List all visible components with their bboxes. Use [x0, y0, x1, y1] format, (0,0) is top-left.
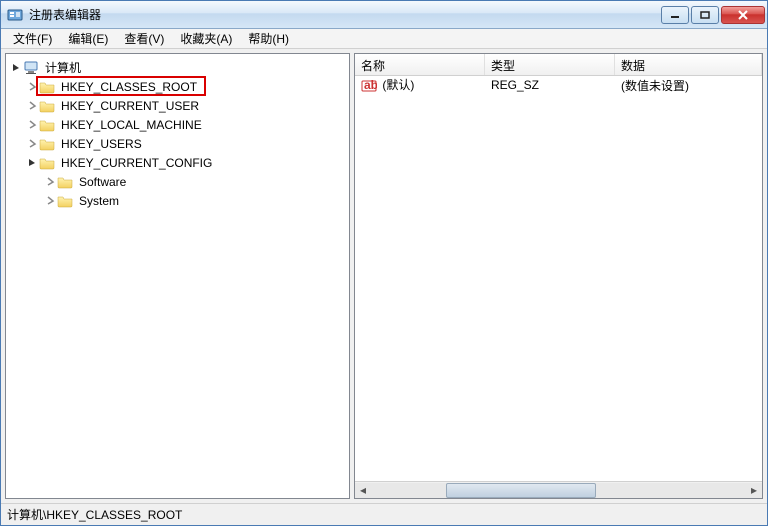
column-type[interactable]: 类型: [485, 54, 615, 75]
scroll-left-icon[interactable]: ◂: [355, 483, 371, 498]
titlebar[interactable]: 注册表编辑器: [1, 1, 767, 29]
collapse-icon[interactable]: [26, 157, 38, 169]
app-window: 注册表编辑器 文件(F) 编辑(E) 查看(V) 收藏夹(A) 帮助(H) 计算…: [0, 0, 768, 526]
menu-favorites[interactable]: 收藏夹(A): [172, 28, 240, 49]
menu-view[interactable]: 查看(V): [116, 28, 172, 49]
value-name: (默认): [382, 78, 414, 92]
close-button[interactable]: [721, 6, 765, 24]
list-body[interactable]: ab (默认) REG_SZ (数值未设置): [355, 76, 762, 481]
menu-edit[interactable]: 编辑(E): [60, 28, 116, 49]
statusbar: 计算机\HKEY_CLASSES_ROOT: [1, 503, 767, 525]
computer-icon: [23, 60, 39, 76]
status-text: 计算机\HKEY_CLASSES_ROOT: [7, 506, 182, 523]
tree-node-hklm[interactable]: HKEY_LOCAL_MACHINE: [8, 115, 347, 134]
tree-panel[interactable]: 计算机 HKEY_CLASSES_ROOT HKEY_CURRENT_USER …: [5, 53, 350, 499]
folder-icon: [57, 174, 73, 190]
expand-icon[interactable]: [26, 81, 38, 93]
expand-icon[interactable]: [44, 195, 56, 207]
menu-file[interactable]: 文件(F): [5, 28, 60, 49]
folder-icon: [39, 79, 55, 95]
regedit-icon: [7, 7, 23, 23]
folder-icon: [57, 193, 73, 209]
minimize-button[interactable]: [661, 6, 689, 24]
tree-node-hku[interactable]: HKEY_USERS: [8, 134, 347, 153]
string-value-icon: ab: [361, 78, 377, 94]
list-item[interactable]: ab (默认) REG_SZ (数值未设置): [355, 76, 762, 94]
tree-label: HKEY_CLASSES_ROOT: [59, 79, 199, 95]
window-title: 注册表编辑器: [29, 6, 661, 23]
column-name[interactable]: 名称: [355, 54, 485, 75]
tree-label: Software: [77, 174, 128, 190]
cell-name: ab (默认): [355, 76, 485, 95]
scroll-track[interactable]: [371, 483, 746, 498]
tree-node-hkcr[interactable]: HKEY_CLASSES_ROOT: [8, 77, 347, 96]
expand-icon[interactable]: [26, 100, 38, 112]
folder-icon: [39, 155, 55, 171]
maximize-button[interactable]: [691, 6, 719, 24]
content-area: 计算机 HKEY_CLASSES_ROOT HKEY_CURRENT_USER …: [1, 49, 767, 503]
svg-text:ab: ab: [364, 78, 377, 92]
menu-help[interactable]: 帮助(H): [240, 28, 297, 49]
tree-label: HKEY_CURRENT_CONFIG: [59, 155, 214, 171]
tree-label: System: [77, 193, 121, 209]
folder-icon: [39, 136, 55, 152]
tree-node-hkcc[interactable]: HKEY_CURRENT_CONFIG: [8, 153, 347, 172]
expand-icon[interactable]: [26, 138, 38, 150]
cell-data: (数值未设置): [615, 76, 762, 95]
folder-icon: [39, 117, 55, 133]
horizontal-scrollbar[interactable]: ◂ ▸: [355, 481, 762, 498]
list-header: 名称 类型 数据: [355, 54, 762, 76]
tree-node-system[interactable]: System: [8, 191, 347, 210]
values-panel[interactable]: 名称 类型 数据 ab (默认) REG_SZ (数值未设置) ◂ ▸: [354, 53, 763, 499]
collapse-icon[interactable]: [10, 62, 22, 74]
registry-tree: 计算机 HKEY_CLASSES_ROOT HKEY_CURRENT_USER …: [6, 54, 349, 214]
tree-label: HKEY_LOCAL_MACHINE: [59, 117, 204, 133]
tree-node-software[interactable]: Software: [8, 172, 347, 191]
tree-label: HKEY_USERS: [59, 136, 144, 152]
tree-label: HKEY_CURRENT_USER: [59, 98, 201, 114]
scroll-thumb[interactable]: [446, 483, 596, 498]
cell-type: REG_SZ: [485, 77, 615, 93]
column-data[interactable]: 数据: [615, 54, 762, 75]
expand-icon[interactable]: [44, 176, 56, 188]
window-controls: [661, 6, 765, 24]
menubar: 文件(F) 编辑(E) 查看(V) 收藏夹(A) 帮助(H): [1, 29, 767, 49]
tree-node-computer[interactable]: 计算机: [8, 58, 347, 77]
scroll-right-icon[interactable]: ▸: [746, 483, 762, 498]
folder-icon: [39, 98, 55, 114]
expand-icon[interactable]: [26, 119, 38, 131]
tree-label: 计算机: [43, 58, 83, 77]
tree-node-hkcu[interactable]: HKEY_CURRENT_USER: [8, 96, 347, 115]
